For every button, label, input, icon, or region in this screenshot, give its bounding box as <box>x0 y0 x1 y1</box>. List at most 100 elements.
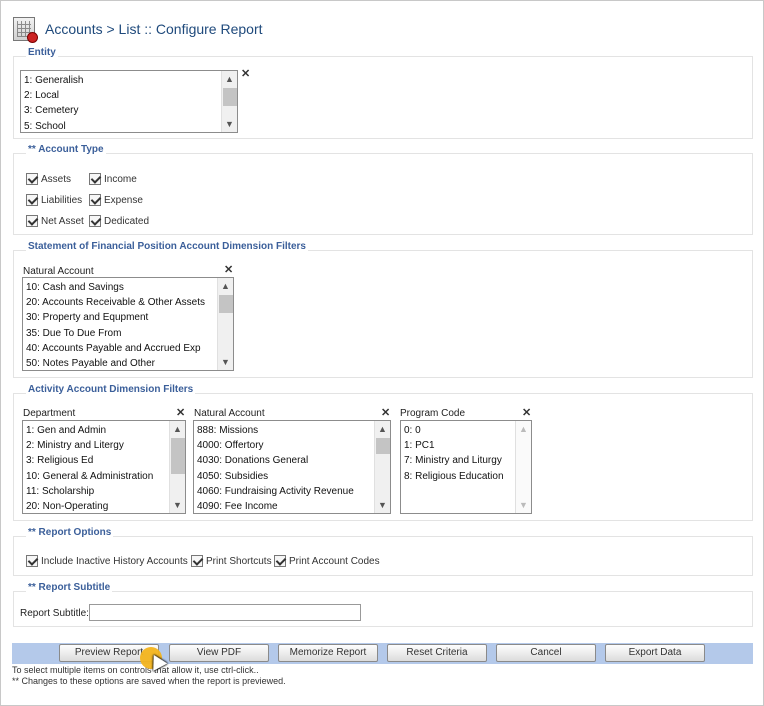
checkbox-check-icon[interactable] <box>26 215 38 227</box>
scroll-down-icon[interactable]: ▼ <box>516 497 531 513</box>
view-pdf-button[interactable]: View PDF <box>169 644 269 662</box>
sofp-natural-account-option[interactable]: 40: Accounts Payable and Accrued Exp <box>23 341 217 356</box>
activity-natural-account-option[interactable]: 4000: Offertory <box>194 438 374 453</box>
activity-natural-account-option[interactable]: 4050: Subsidies <box>194 469 374 484</box>
program-code-scrollbar[interactable]: ▲ ▼ <box>515 421 531 513</box>
activity-natural-account-scrollbar[interactable]: ▲ ▼ <box>374 421 390 513</box>
scroll-up-icon[interactable]: ▲ <box>170 421 185 437</box>
page-header: Accounts > List :: Configure Report <box>13 15 263 43</box>
liabilities-checkbox[interactable]: Liabilities <box>26 194 82 206</box>
entity-option[interactable]: 2: Local <box>21 88 221 103</box>
department-option[interactable]: 20: Non-Operating <box>23 499 169 513</box>
export-data-button[interactable]: Export Data <box>605 644 705 662</box>
include-inactive-history-checkbox[interactable]: Include Inactive History Accounts <box>26 555 188 567</box>
print-shortcuts-checkbox[interactable]: Print Shortcuts <box>191 555 272 567</box>
sofp-natural-account-option[interactable]: 30: Property and Equpment <box>23 310 217 325</box>
scroll-thumb[interactable] <box>376 438 390 454</box>
entity-section: Entity 1: Generalish 2: Local 3: Cemetery 5… <box>13 47 753 139</box>
configure-report-window: Accounts > List :: Configure Report Enti… <box>0 0 764 706</box>
print-account-codes-checkbox[interactable]: Print Account Codes <box>274 555 380 567</box>
assets-checkbox[interactable]: Assets <box>26 173 71 185</box>
saved-options-note: ** Changes to these options are saved wh… <box>12 676 286 686</box>
report-options-legend: ** Report Options <box>26 527 114 538</box>
scroll-down-icon[interactable]: ▼ <box>218 354 233 370</box>
department-clear-icon[interactable]: ✕ <box>176 408 185 419</box>
expense-checkbox[interactable]: Expense <box>89 194 143 206</box>
scroll-up-icon[interactable]: ▲ <box>218 278 233 294</box>
checkbox-check-icon[interactable] <box>26 173 38 185</box>
report-subtitle-legend: ** Report Subtitle <box>26 582 113 593</box>
program-code-clear-icon[interactable]: ✕ <box>522 408 531 419</box>
department-listbox[interactable]: 1: Gen and Admin 2: Ministry and Litergy 3… <box>22 420 186 514</box>
cancel-button[interactable]: Cancel <box>496 644 596 662</box>
reset-criteria-button[interactable]: Reset Criteria <box>387 644 487 662</box>
checkbox-check-icon[interactable] <box>26 555 38 567</box>
program-code-listbox[interactable]: 0: 0 1: PC1 7: Ministry and Liturgy 8: Reli… <box>400 420 532 514</box>
activity-natural-account-option[interactable]: 888: Missions <box>194 423 374 438</box>
memorize-report-button[interactable]: Memorize Report <box>278 644 378 662</box>
scroll-down-icon[interactable]: ▼ <box>170 497 185 513</box>
sofp-natural-account-option[interactable]: 20: Accounts Receivable & Other Assets <box>23 295 217 310</box>
natural-account-label: Natural Account <box>23 266 94 277</box>
report-options-section: ** Report Options Include Inactive Histo… <box>13 527 753 576</box>
checkbox-check-icon[interactable] <box>191 555 203 567</box>
department-option[interactable]: 10: General & Administration <box>23 469 169 484</box>
department-label: Department <box>23 408 76 419</box>
account-type-section: ** Account Type Assets Income Liabilitie… <box>13 144 753 235</box>
page-title: Accounts > List :: Configure Report <box>45 21 263 37</box>
income-checkbox[interactable]: Income <box>89 173 137 185</box>
sofp-natural-account-option[interactable]: 10: Cash and Savings <box>23 280 217 295</box>
activity-filters-section: Activity Account Dimension Filters Depar… <box>13 384 753 521</box>
button-bar: Preview Report View PDF Memorize Report … <box>12 643 753 664</box>
report-subtitle-input[interactable] <box>89 604 361 621</box>
department-option[interactable]: 3: Religious Ed <box>23 453 169 468</box>
sofp-legend: Statement of Financial Position Account … <box>26 241 308 252</box>
account-type-legend: ** Account Type <box>26 144 106 155</box>
scroll-up-icon[interactable]: ▲ <box>516 421 531 437</box>
net-asset-checkbox[interactable]: Net Asset <box>26 215 84 227</box>
checkbox-check-icon[interactable] <box>89 194 101 206</box>
sofp-scrollbar[interactable]: ▲ ▼ <box>217 278 233 370</box>
department-option[interactable]: 1: Gen and Admin <box>23 423 169 438</box>
activity-natural-account-option[interactable]: 4030: Donations General <box>194 453 374 468</box>
sofp-natural-account-listbox[interactable]: 10: Cash and Savings 20: Accounts Receiva… <box>22 277 234 371</box>
department-option[interactable]: 2: Ministry and Litergy <box>23 438 169 453</box>
department-option[interactable]: 11: Scholarship <box>23 484 169 499</box>
entity-scrollbar[interactable]: ▲ ▼ <box>221 71 237 132</box>
entity-option[interactable]: 5: School <box>21 119 221 132</box>
checkbox-check-icon[interactable] <box>89 215 101 227</box>
dedicated-checkbox[interactable]: Dedicated <box>89 215 149 227</box>
activity-natural-account-option[interactable]: 4060: Fundraising Activity Revenue <box>194 484 374 499</box>
scroll-thumb[interactable] <box>219 295 233 313</box>
entity-option[interactable]: 1: Generalish <box>21 73 221 88</box>
scroll-thumb[interactable] <box>223 88 237 106</box>
activity-legend: Activity Account Dimension Filters <box>26 384 196 395</box>
entity-listbox[interactable]: 1: Generalish 2: Local 3: Cemetery 5: Schoo… <box>20 70 238 133</box>
scroll-down-icon[interactable]: ▼ <box>375 497 390 513</box>
sofp-natural-account-option[interactable]: 35: Due To Due From <box>23 326 217 341</box>
department-scrollbar[interactable]: ▲ ▼ <box>169 421 185 513</box>
entity-option[interactable]: 3: Cemetery <box>21 103 221 118</box>
scroll-thumb[interactable] <box>171 438 185 474</box>
activity-natural-account-listbox[interactable]: 888: Missions 4000: Offertory 4030: Donati… <box>193 420 391 514</box>
scroll-down-icon[interactable]: ▼ <box>222 116 237 132</box>
program-code-option[interactable]: 7: Ministry and Liturgy <box>401 453 515 468</box>
sofp-natural-account-option[interactable]: 50: Notes Payable and Other <box>23 356 217 370</box>
activity-natural-account-clear-icon[interactable]: ✕ <box>381 408 390 419</box>
report-config-icon <box>13 17 38 43</box>
program-code-label: Program Code <box>400 408 466 419</box>
activity-natural-account-option[interactable]: 4090: Fee Income <box>194 499 374 513</box>
sofp-natural-account-clear-icon[interactable]: ✕ <box>224 265 233 276</box>
scroll-up-icon[interactable]: ▲ <box>375 421 390 437</box>
program-code-option[interactable]: 8: Religious Education <box>401 469 515 484</box>
sofp-filters-section: Statement of Financial Position Account … <box>13 241 753 378</box>
report-subtitle-label: Report Subtitle: <box>20 608 89 619</box>
scroll-up-icon[interactable]: ▲ <box>222 71 237 87</box>
multi-select-note: To select multiple items on controls tha… <box>12 665 259 675</box>
checkbox-check-icon[interactable] <box>89 173 101 185</box>
program-code-option[interactable]: 0: 0 <box>401 423 515 438</box>
program-code-option[interactable]: 1: PC1 <box>401 438 515 453</box>
checkbox-check-icon[interactable] <box>274 555 286 567</box>
entity-clear-icon[interactable]: ✕ <box>241 69 250 80</box>
checkbox-check-icon[interactable] <box>26 194 38 206</box>
